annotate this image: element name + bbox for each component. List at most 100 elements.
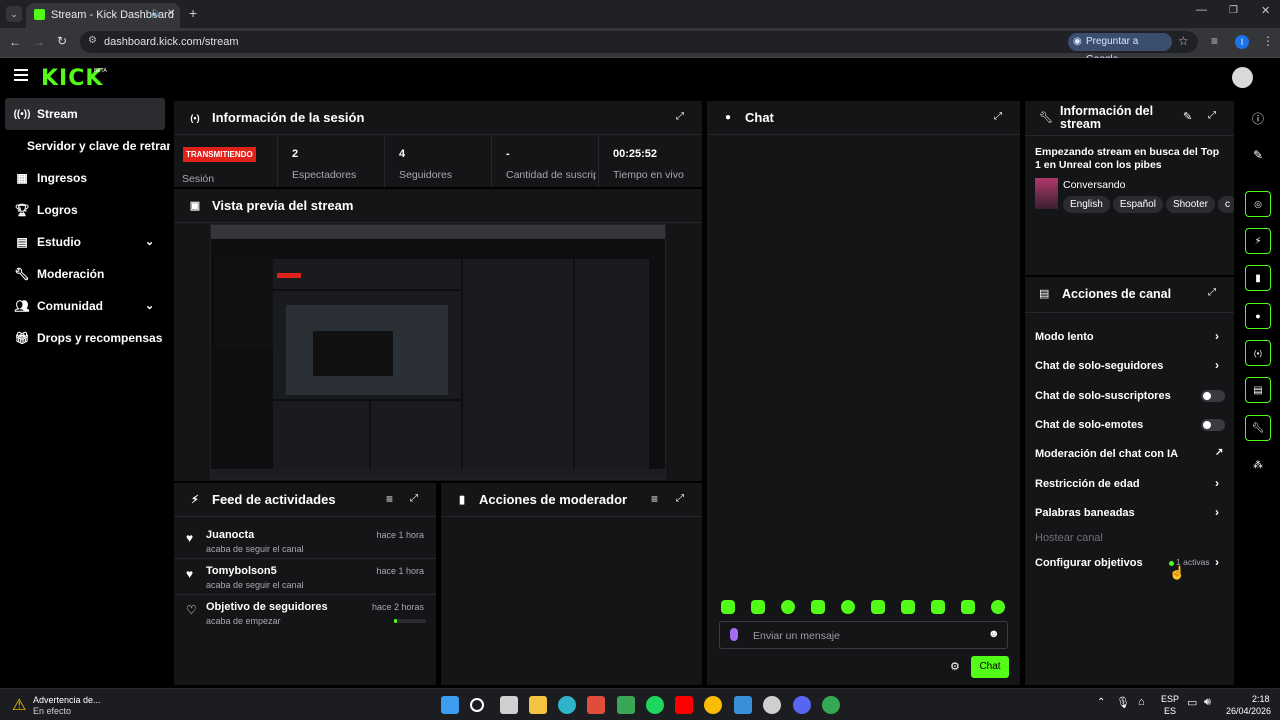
store-icon[interactable] [587, 696, 605, 714]
emotes-only-toggle[interactable] [1201, 419, 1225, 431]
discord-icon[interactable] [793, 696, 811, 714]
chrome-active-icon[interactable] [822, 696, 840, 714]
sidebar-item-stream[interactable]: ((•)) Stream [5, 98, 165, 130]
expand-icon[interactable]: ⤢ [1208, 110, 1216, 121]
sidebar-item-drops[interactable]: 🎁︎ Drops y recompensas [5, 322, 165, 354]
youtube-icon[interactable] [675, 696, 693, 714]
file-explorer-icon[interactable] [529, 696, 547, 714]
sidebar-item-estudio[interactable]: ▤ Estudio ⌄ [5, 226, 165, 258]
github-icon[interactable] [763, 696, 781, 714]
stat-label: Tiempo en vivo [613, 169, 684, 181]
actions-widget-icon[interactable]: ▤ [1245, 377, 1271, 403]
back-icon[interactable]: ← [9, 35, 21, 49]
sidebar-item-ingresos[interactable]: ▦ Ingresos [5, 162, 165, 194]
emote-icon[interactable] [901, 600, 915, 614]
app-icon[interactable] [617, 696, 635, 714]
layout-dots-icon[interactable]: ⁂ [1245, 452, 1271, 478]
expand-icon[interactable]: ⤢ [1208, 287, 1216, 298]
lang-indicator[interactable]: ESP [1161, 694, 1179, 704]
chat-send-button[interactable]: Chat [971, 656, 1009, 678]
mic-icon[interactable] [730, 628, 738, 641]
emote-icon[interactable] [811, 600, 825, 614]
panel-title: Información del stream [1060, 104, 1154, 131]
ask-google-button[interactable]: ◉ Preguntar a Google [1068, 33, 1172, 65]
user-avatar[interactable] [1232, 67, 1253, 88]
edge-icon[interactable] [558, 696, 576, 714]
filter-icon[interactable]: ≡ [386, 492, 393, 506]
tray-chevron-icon[interactable]: ⌃ [1097, 697, 1105, 708]
preview-actions-panel [575, 259, 649, 477]
browser-tab[interactable]: Stream - Kick Dashboard 🔈 ✕ [26, 3, 180, 28]
forward-icon[interactable]: → [33, 35, 45, 49]
edit-icon[interactable]: ✎ [1245, 142, 1271, 168]
maximize-button[interactable]: ❐ [1229, 5, 1238, 16]
stat-value: 2 [292, 148, 299, 160]
new-tab-button[interactable]: + [189, 5, 197, 21]
broadcast-widget-icon[interactable]: (•) [1245, 340, 1271, 366]
display-icon[interactable]: ▭ [1187, 696, 1197, 709]
emote-icon[interactable] [751, 600, 765, 614]
expand-icon[interactable]: ⤢ [994, 111, 1006, 123]
search-icon[interactable] [470, 698, 484, 712]
tab-search-button[interactable]: ⌄ [6, 6, 22, 22]
mic-tray-icon[interactable]: 🎙︎ [1116, 696, 1130, 709]
app-icon[interactable] [734, 696, 752, 714]
task-view-icon[interactable] [500, 696, 518, 714]
clock-time[interactable]: 2:18 [1252, 694, 1270, 704]
camera-widget-icon[interactable]: ◎ [1245, 191, 1271, 217]
chat-widget-icon[interactable]: ● [1245, 303, 1271, 329]
emote-icon[interactable] [871, 600, 885, 614]
windows-start-icon[interactable] [441, 696, 459, 714]
expand-icon[interactable]: ⤢ [410, 493, 422, 505]
chat-input[interactable]: Enviar un mensaje ☻ [719, 621, 1008, 649]
edit-icon[interactable]: ✎ [1183, 110, 1192, 123]
action-followers-only[interactable]: Chat de solo-seguidores › [1035, 355, 1225, 377]
sidebar-item-label: Estudio [37, 235, 81, 249]
emote-icon[interactable] [721, 600, 735, 614]
expand-icon[interactable]: ⤢ [676, 111, 688, 123]
bookmark-star-icon[interactable]: ☆ [1178, 34, 1189, 48]
chat-settings-icon[interactable]: ⚙ [950, 660, 960, 673]
volume-icon[interactable]: 🔊︎ [1204, 696, 1211, 709]
lightning-widget-icon[interactable]: ⚡︎ [1245, 228, 1271, 254]
sidebar-item-server-key[interactable]: Servidor y clave de retransmisión [27, 130, 170, 162]
sidebar-item-comunidad[interactable]: 👥︎ Comunidad ⌄ [5, 290, 165, 322]
heart-outline-icon: ♡ [186, 603, 197, 617]
stream-preview-video[interactable] [210, 224, 666, 480]
expand-icon[interactable]: ⤢ [676, 493, 688, 505]
reload-icon[interactable]: ↻ [57, 34, 67, 48]
action-configure-goals[interactable]: Configurar objetivos 1 activas › [1035, 552, 1225, 574]
warning-title[interactable]: Advertencia de... [33, 695, 101, 705]
emoji-icon[interactable]: ☻ [988, 628, 1000, 640]
emote-icon[interactable] [931, 600, 945, 614]
action-age-restriction[interactable]: Restricción de edad › [1035, 473, 1225, 495]
document-widget-icon[interactable]: ▮ [1245, 265, 1271, 291]
emote-icon[interactable] [781, 600, 795, 614]
close-window-button[interactable]: ✕ [1261, 4, 1270, 17]
action-banned-words[interactable]: Palabras baneadas › [1035, 502, 1225, 524]
network-icon[interactable]: ⌂ [1138, 696, 1145, 708]
sidebar-item-logros[interactable]: 🏆︎ Logros [5, 194, 165, 226]
hamburger-menu-icon[interactable] [14, 69, 28, 81]
minimize-button[interactable]: — [1196, 4, 1207, 16]
browser-menu-icon[interactable]: ⋮ [1262, 34, 1274, 48]
emote-icon[interactable] [841, 600, 855, 614]
subscribers-only-toggle[interactable] [1201, 390, 1225, 402]
wrench-widget-icon[interactable]: 🔧︎ [1245, 415, 1271, 441]
action-ai-moderation[interactable]: Moderación del chat con IA ↗ [1035, 443, 1225, 465]
address-bar[interactable]: ⚙ dashboard.kick.com/stream ◉ Preguntar … [80, 31, 1198, 65]
site-info-icon[interactable]: ⚙ [88, 35, 97, 46]
info-icon[interactable]: ⓘ [1245, 105, 1271, 131]
reading-list-icon[interactable]: ≡ [1211, 34, 1218, 48]
action-slow-mode[interactable]: Modo lento › [1035, 326, 1225, 348]
spotify-icon[interactable] [646, 696, 664, 714]
action-label: Configurar objetivos [1035, 557, 1143, 569]
emote-icon[interactable] [961, 600, 975, 614]
sidebar-item-moderacion[interactable]: 🔧︎ Moderación [5, 258, 165, 290]
filter-icon[interactable]: ≡ [651, 492, 658, 506]
emote-icon[interactable] [991, 600, 1005, 614]
close-tab-icon[interactable]: ✕ [167, 8, 175, 19]
profile-avatar[interactable]: I [1235, 35, 1249, 49]
chat-bubble-icon: ● [724, 112, 732, 123]
chrome-icon[interactable] [704, 696, 722, 714]
